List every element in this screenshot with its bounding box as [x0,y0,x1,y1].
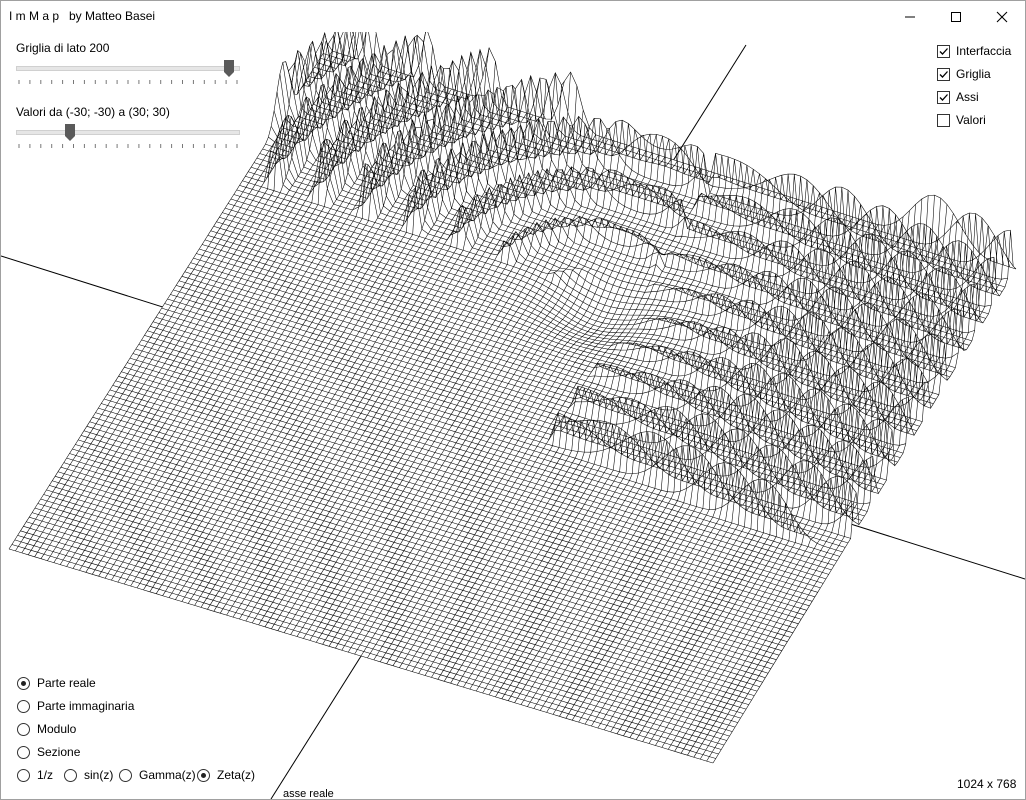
radio-modulo-dot[interactable] [17,722,30,736]
radio-inv-z-label: 1/z [37,768,54,782]
radio-parte-reale-dot[interactable] [17,676,30,690]
checkbox-interfaccia-box[interactable] [937,44,950,58]
radio-parte-reale[interactable]: Parte reale [17,675,96,691]
radio-inv-z-dot[interactable] [17,768,30,782]
radio-parte-immaginaria[interactable]: Parte immaginaria [17,698,134,714]
window-title: I m M a p by Matteo Basei [9,9,156,23]
radio-sezione-label: Sezione [37,745,81,759]
radio-inv-z[interactable]: 1/z [17,767,53,783]
radio-sin-z[interactable]: sin(z) [64,767,113,783]
radio-modulo[interactable]: Modulo [17,721,76,737]
checkbox-assi-box[interactable] [937,90,950,104]
radio-parte-immaginaria-dot[interactable] [17,699,30,713]
radio-sezione-dot[interactable] [17,745,30,759]
grid-slider-track[interactable] [16,66,240,71]
close-icon [996,11,1008,22]
checkbox-valori-label: Valori [956,113,986,127]
grid-slider-ticks [18,80,238,84]
radio-sin-z-label: sin(z) [84,768,114,782]
radio-parte-immaginaria-label: Parte immaginaria [37,699,135,713]
radio-zeta-z[interactable]: Zeta(z) [197,767,255,783]
radio-gamma-z-label: Gamma(z) [139,768,196,782]
radio-selected-dot [21,680,26,686]
radio-gamma-z[interactable]: Gamma(z) [119,767,196,783]
checkbox-griglia[interactable]: Griglia [937,66,991,82]
maximize-button[interactable] [933,1,979,32]
range-slider-track[interactable] [16,130,240,135]
resolution-readout: 1024 x 768 [957,777,1017,791]
checkbox-assi[interactable]: Assi [937,89,979,105]
radio-modulo-label: Modulo [37,722,77,736]
checkbox-griglia-label: Griglia [956,67,991,81]
close-button[interactable] [979,1,1025,32]
title-bar[interactable]: I m M a p by Matteo Basei [1,1,1025,32]
minimize-icon [905,16,915,17]
checkbox-interfaccia[interactable]: Interfaccia [937,43,1011,59]
radio-parte-reale-label: Parte reale [37,676,96,690]
grid-slider-label: Griglia di lato 200 [16,41,110,55]
checkbox-valori-box[interactable] [937,113,950,127]
radio-zeta-z-label: Zeta(z) [217,768,256,782]
checkbox-assi-label: Assi [956,90,979,104]
checkmark-icon [939,47,948,55]
checkbox-valori[interactable]: Valori [937,112,986,128]
maximize-icon [951,11,961,22]
checkmark-icon [939,70,948,78]
real-axis-label: asse reale [283,788,334,800]
range-slider-ticks [18,144,238,148]
range-slider[interactable] [16,124,242,154]
radio-gamma-z-dot[interactable] [119,768,132,782]
checkbox-griglia-box[interactable] [937,67,950,81]
range-slider-thumb[interactable] [64,124,75,142]
app-window: I m M a p by Matteo Basei Griglia di lat… [0,0,1026,800]
surface-plot[interactable] [1,1,1025,799]
radio-selected-dot [201,772,206,778]
grid-slider[interactable] [16,60,242,90]
range-slider-label: Valori da (-30; -30) a (30; 30) [16,105,170,119]
surface-view[interactable] [1,1,1025,799]
radio-sezione[interactable]: Sezione [17,744,80,760]
checkbox-interfaccia-label: Interfaccia [956,44,1012,58]
radio-sin-z-dot[interactable] [64,768,77,782]
minimize-button[interactable] [887,1,933,32]
checkmark-icon [939,93,948,101]
grid-slider-thumb[interactable] [223,60,234,78]
radio-zeta-z-dot[interactable] [197,768,210,782]
